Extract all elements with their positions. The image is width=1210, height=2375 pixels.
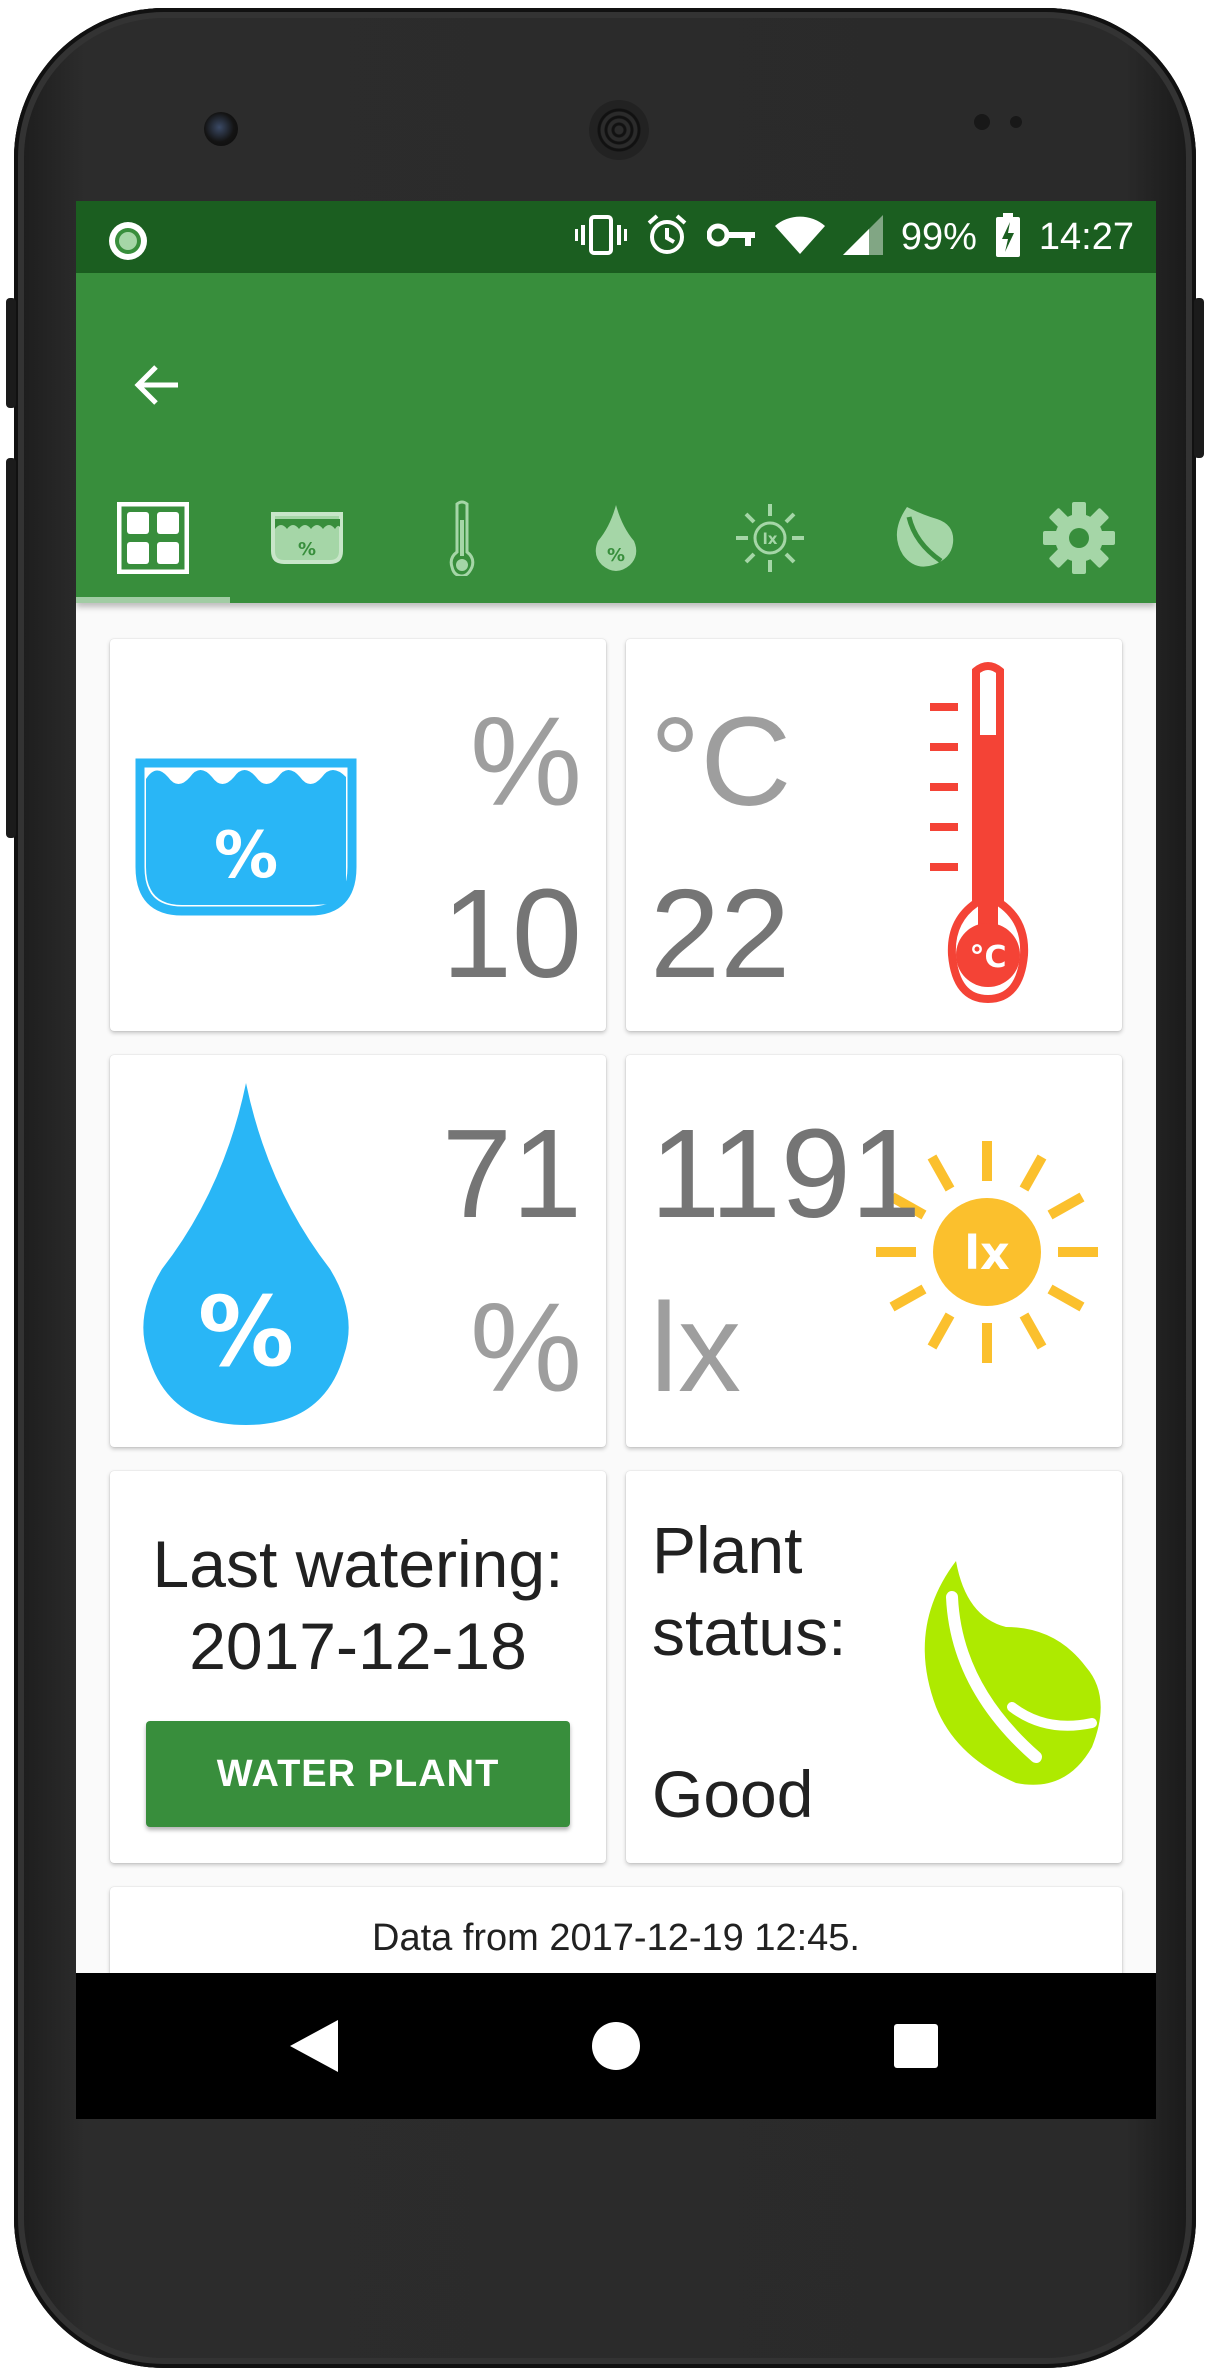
humidity-drop-icon: % — [143, 1083, 349, 1425]
screen: 99% 14:27 % % lx % % 10 °C 22 °C % 71 % … — [76, 201, 1156, 2119]
plant-leaf-icon — [924, 1561, 1101, 1785]
vpn-key-icon — [706, 220, 757, 255]
battery-percent: 99% — [900, 215, 977, 258]
nav-back-button[interactable] — [244, 1973, 384, 2119]
svg-text:%: % — [607, 545, 625, 566]
vibrate-icon — [574, 214, 627, 260]
last-watering-block: Last watering: 2017-12-18 — [110, 1523, 606, 1687]
light-card[interactable]: lx 1191 lx — [626, 1055, 1122, 1447]
light-unit: lx — [650, 1277, 741, 1418]
nav-home-button[interactable] — [546, 1973, 686, 2119]
tab-plant[interactable] — [847, 473, 1001, 603]
front-camera — [204, 112, 238, 146]
plant-status-label-line1: Plant — [652, 1513, 803, 1587]
svg-text:%: % — [214, 819, 278, 893]
tab-bar: % % lx — [76, 473, 1156, 603]
navigation-bar — [76, 1973, 1156, 2119]
tab-temperature[interactable] — [385, 473, 539, 603]
light-sensor — [1010, 116, 1022, 128]
thermometer-icon — [449, 500, 475, 576]
humidity-card[interactable]: % 71 % — [110, 1055, 606, 1447]
cell-signal-icon — [842, 214, 883, 260]
light-value: 1191 — [650, 1103, 921, 1244]
dashboard-icon — [117, 502, 190, 574]
battery-charging-icon — [995, 212, 1021, 262]
temperature-unit: °C — [650, 691, 792, 832]
data-timestamp-card: Data from 2017-12-19 12:45. — [110, 1887, 1122, 1973]
svg-text:lx: lx — [763, 530, 778, 548]
plant-status-label-line2: status: — [652, 1595, 847, 1669]
phone-frame: 99% 14:27 % % lx % % 10 °C 22 °C % 71 % … — [6, 8, 1204, 2368]
temperature-card[interactable]: °C 22 °C — [626, 639, 1122, 1031]
side-button-right — [1194, 298, 1204, 458]
nav-recents-button[interactable] — [846, 1973, 986, 2119]
svg-text:°C: °C — [969, 940, 1006, 975]
last-watering-date: 2017-12-18 — [189, 1609, 527, 1683]
wifi-icon — [774, 214, 825, 261]
svg-text:%: % — [198, 1276, 294, 1388]
soil-moisture-icon: % — [135, 758, 357, 916]
side-button-left — [6, 298, 16, 408]
data-timestamp: Data from 2017-12-19 12:45. — [372, 1917, 860, 1959]
tab-dashboard[interactable] — [76, 473, 231, 603]
nav-home-icon — [592, 2022, 640, 2070]
thermometer-icon: °C — [930, 662, 1029, 1004]
humidity-unit: % — [469, 1277, 582, 1418]
soil-moisture-unit: % — [469, 691, 582, 832]
temperature-value: 22 — [650, 863, 791, 1004]
watering-card: Last watering: 2017-12-18 WATER PLANT — [110, 1471, 606, 1863]
alarm-icon — [645, 213, 689, 262]
water-plant-button[interactable]: WATER PLANT — [146, 1721, 570, 1827]
tab-humidity[interactable]: % — [539, 473, 693, 603]
svg-text:lx: lx — [964, 1226, 1009, 1280]
settings-gear-icon — [1042, 502, 1115, 574]
soil-moisture-icon: % — [271, 512, 344, 564]
earpiece-speaker — [589, 100, 649, 160]
proximity-sensor — [974, 114, 990, 130]
arrow-back-icon — [134, 365, 178, 405]
status-bar: 99% 14:27 — [76, 201, 1156, 273]
plant-leaf-icon — [896, 507, 953, 567]
plant-status-card[interactable]: Plant status: Good — [626, 1471, 1122, 1863]
humidity-value: 71 — [441, 1103, 582, 1244]
light-sun-icon: lx — [736, 504, 805, 572]
soil-moisture-value: 10 — [441, 863, 582, 1004]
back-button[interactable] — [126, 353, 190, 417]
humidity-drop-icon: % — [595, 505, 637, 571]
app-bar: % % lx — [76, 273, 1156, 603]
tab-settings[interactable] — [1002, 473, 1156, 603]
tab-soil-moisture[interactable]: % — [230, 473, 384, 603]
plant-status-label: Plant status: — [652, 1509, 846, 1673]
svg-text:%: % — [298, 539, 316, 560]
clock: 14:27 — [1038, 215, 1134, 258]
status-icons: 99% 14:27 — [574, 201, 1134, 273]
tab-light[interactable]: lx — [693, 473, 847, 603]
last-watering-label: Last watering: — [152, 1527, 564, 1601]
dashboard-content: % % 10 °C 22 °C % 71 % lx 1191 lx Last w… — [76, 603, 1156, 1973]
plant-status-value: Good — [652, 1757, 814, 1831]
nav-recents-icon — [894, 2024, 938, 2068]
nav-back-icon — [290, 2020, 338, 2072]
soil-moisture-card[interactable]: % % 10 — [110, 639, 606, 1031]
side-button-left-lower — [6, 458, 16, 838]
notification-icon — [106, 219, 150, 268]
